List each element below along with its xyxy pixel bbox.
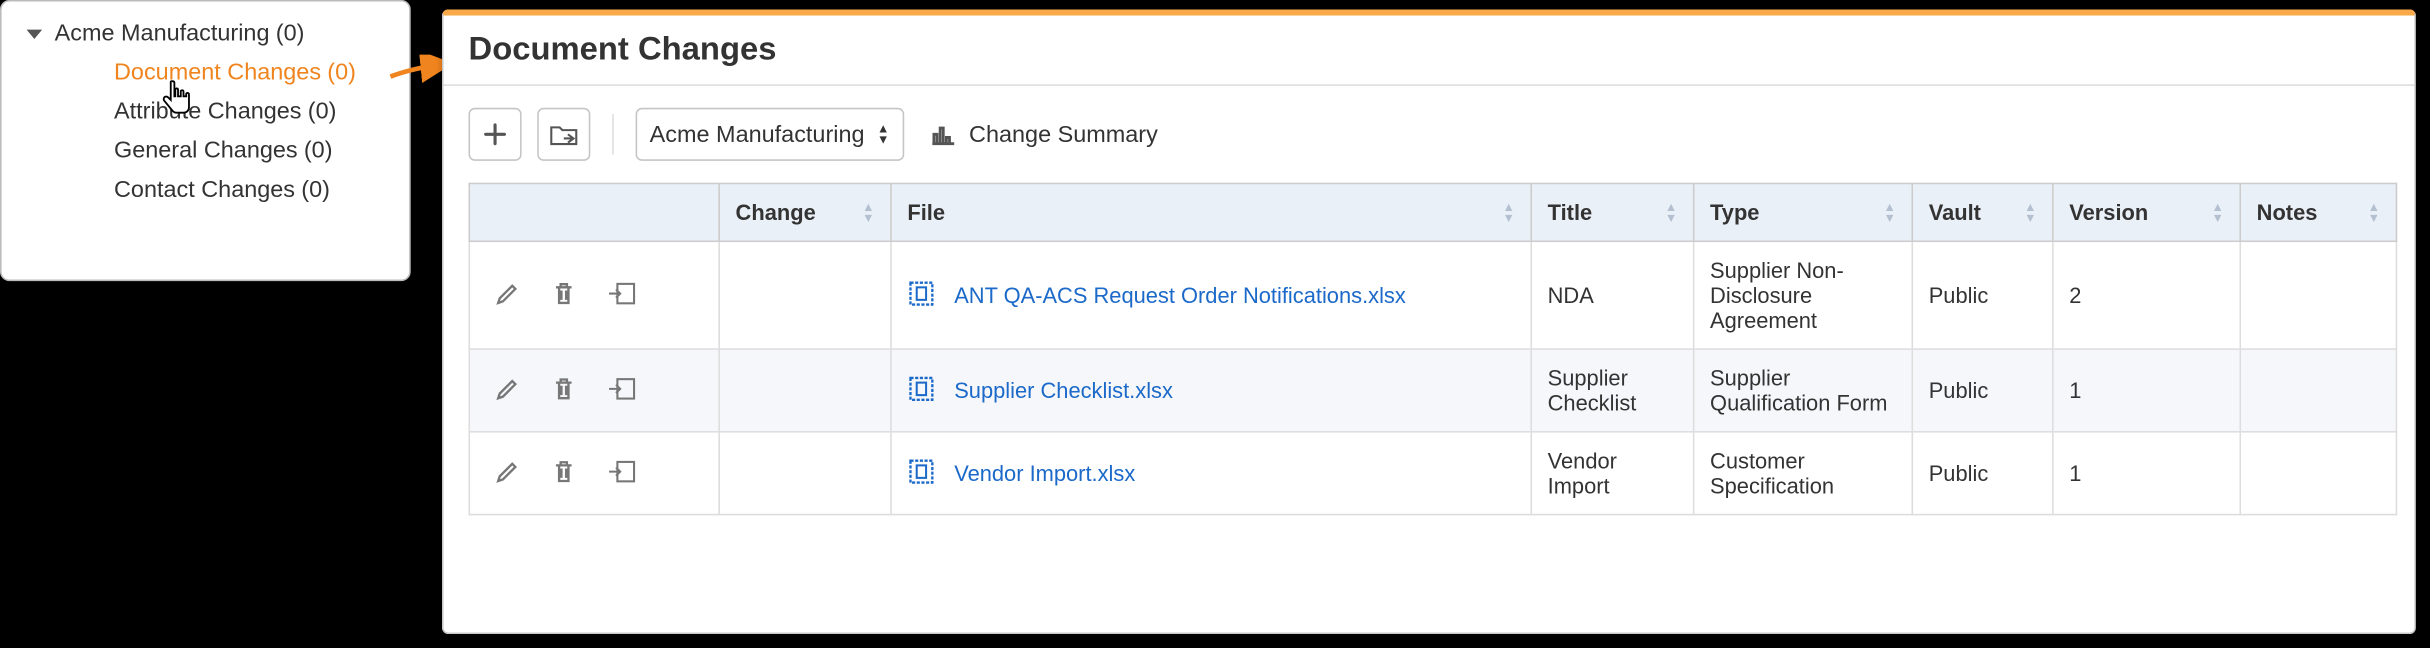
tree-root-count: (0)	[276, 20, 305, 47]
cell-change	[719, 241, 891, 349]
document-icon	[907, 374, 935, 407]
tree-item-label: Document Changes	[114, 59, 321, 86]
grid-wrap: Change▲▼ File▲▼ Title▲▼ Type▲▼ Vault▲▼ V…	[444, 183, 2415, 633]
tree-item-document-changes[interactable]: Document Changes (0)	[2, 53, 410, 92]
sort-icon: ▲▼	[1665, 201, 1677, 223]
import-button[interactable]	[537, 108, 590, 161]
delete-icon[interactable]	[551, 280, 576, 310]
cell-vault: Public	[1912, 432, 2053, 515]
cell-change	[719, 349, 891, 432]
cell-version: 2	[2053, 241, 2240, 349]
cell-title: Supplier Checklist	[1531, 349, 1693, 432]
cell-notes	[2240, 241, 2396, 349]
cell-title: Vendor Import	[1531, 432, 1693, 515]
select-arrows-icon: ▲▼	[877, 123, 889, 145]
cell-actions	[469, 432, 719, 515]
table-row: ANT QA-ACS Request Order Notifications.x…	[469, 241, 2396, 349]
cell-change	[719, 432, 891, 515]
col-actions	[469, 183, 719, 241]
change-summary-button[interactable]: Change Summary	[928, 121, 1157, 148]
cell-title: NDA	[1531, 241, 1693, 349]
col-change[interactable]: Change▲▼	[719, 183, 891, 241]
cell-file: ANT QA-ACS Request Order Notifications.x…	[891, 241, 1531, 349]
table-row: Vendor Import.xlsx Vendor ImportCustomer …	[469, 432, 2396, 515]
sort-icon: ▲▼	[1884, 201, 1896, 223]
cell-version: 1	[2053, 349, 2240, 432]
cell-file: Supplier Checklist.xlsx	[891, 349, 1531, 432]
tree-item-attribute-changes[interactable]: Attribute Changes (0)	[2, 92, 410, 131]
tree-item-contact-changes[interactable]: Contact Changes (0)	[2, 170, 410, 209]
tree-item-count: (0)	[304, 137, 333, 164]
supplier-select[interactable]: Acme Manufacturing ▲▼	[636, 108, 904, 161]
cell-file: Vendor Import.xlsx	[891, 432, 1531, 515]
cell-type: Supplier Non-Disclosure Agreement	[1694, 241, 1913, 349]
sort-icon: ▲▼	[2368, 201, 2380, 223]
cell-actions	[469, 241, 719, 349]
delete-icon[interactable]	[551, 376, 576, 406]
cell-notes	[2240, 349, 2396, 432]
document-icon	[907, 457, 935, 490]
bar-chart-icon	[928, 122, 956, 147]
table-row: Supplier Checklist.xlsx Supplier Checklis…	[469, 349, 2396, 432]
toolbar: Acme Manufacturing ▲▼ Change Summary	[444, 86, 2415, 183]
tree-item-count: (0)	[327, 59, 356, 86]
supplier-select-value: Acme Manufacturing	[650, 121, 865, 148]
cell-vault: Public	[1912, 241, 2053, 349]
cell-version: 1	[2053, 432, 2240, 515]
page-title: Document Changes	[469, 31, 2390, 68]
sort-icon: ▲▼	[2024, 201, 2036, 223]
move-icon[interactable]	[608, 458, 636, 488]
edit-icon[interactable]	[495, 458, 520, 488]
tree-item-label: General Changes	[114, 137, 298, 164]
toolbar-separator	[612, 114, 614, 155]
col-file[interactable]: File▲▼	[891, 183, 1531, 241]
plus-icon	[483, 122, 508, 147]
col-notes[interactable]: Notes▲▼	[2240, 183, 2396, 241]
file-link[interactable]: Vendor Import.xlsx	[954, 461, 1135, 486]
col-version[interactable]: Version▲▼	[2053, 183, 2240, 241]
document-icon	[907, 279, 935, 312]
tree-item-general-changes[interactable]: General Changes (0)	[2, 131, 410, 170]
cell-type: Customer Specification	[1694, 432, 1913, 515]
tree-panel: Acme Manufacturing (0) Document Changes …	[0, 0, 411, 281]
file-link[interactable]: ANT QA-ACS Request Order Notifications.x…	[954, 283, 1406, 308]
cell-type: Supplier Qualification Form	[1694, 349, 1913, 432]
move-icon[interactable]	[608, 376, 636, 406]
document-table: Change▲▼ File▲▼ Title▲▼ Type▲▼ Vault▲▼ V…	[469, 183, 2398, 516]
change-summary-label: Change Summary	[969, 121, 1158, 148]
chevron-down-icon	[23, 20, 45, 47]
sort-icon: ▲▼	[862, 201, 874, 223]
cell-notes	[2240, 432, 2396, 515]
tree-item-count: (0)	[301, 176, 330, 203]
tree-root[interactable]: Acme Manufacturing (0)	[2, 14, 410, 53]
edit-icon[interactable]	[495, 376, 520, 406]
edit-icon[interactable]	[495, 280, 520, 310]
file-link[interactable]: Supplier Checklist.xlsx	[954, 378, 1173, 403]
col-title[interactable]: Title▲▼	[1531, 183, 1693, 241]
col-vault[interactable]: Vault▲▼	[1912, 183, 2053, 241]
col-type[interactable]: Type▲▼	[1694, 183, 1913, 241]
delete-icon[interactable]	[551, 458, 576, 488]
import-folder-icon	[550, 122, 578, 147]
main-panel: Document Changes Acme Manufacturing ▲▼	[442, 9, 2416, 634]
main-header: Document Changes	[444, 16, 2415, 86]
move-icon[interactable]	[608, 280, 636, 310]
add-button[interactable]	[469, 108, 522, 161]
tree-item-label: Contact Changes	[114, 176, 295, 203]
cell-vault: Public	[1912, 349, 2053, 432]
sort-icon: ▲▼	[1502, 201, 1514, 223]
cell-actions	[469, 349, 719, 432]
tree-root-label: Acme Manufacturing	[55, 20, 270, 47]
sort-icon: ▲▼	[2211, 201, 2223, 223]
tree-item-label: Attribute Changes	[114, 98, 302, 125]
tree-item-count: (0)	[308, 98, 337, 125]
